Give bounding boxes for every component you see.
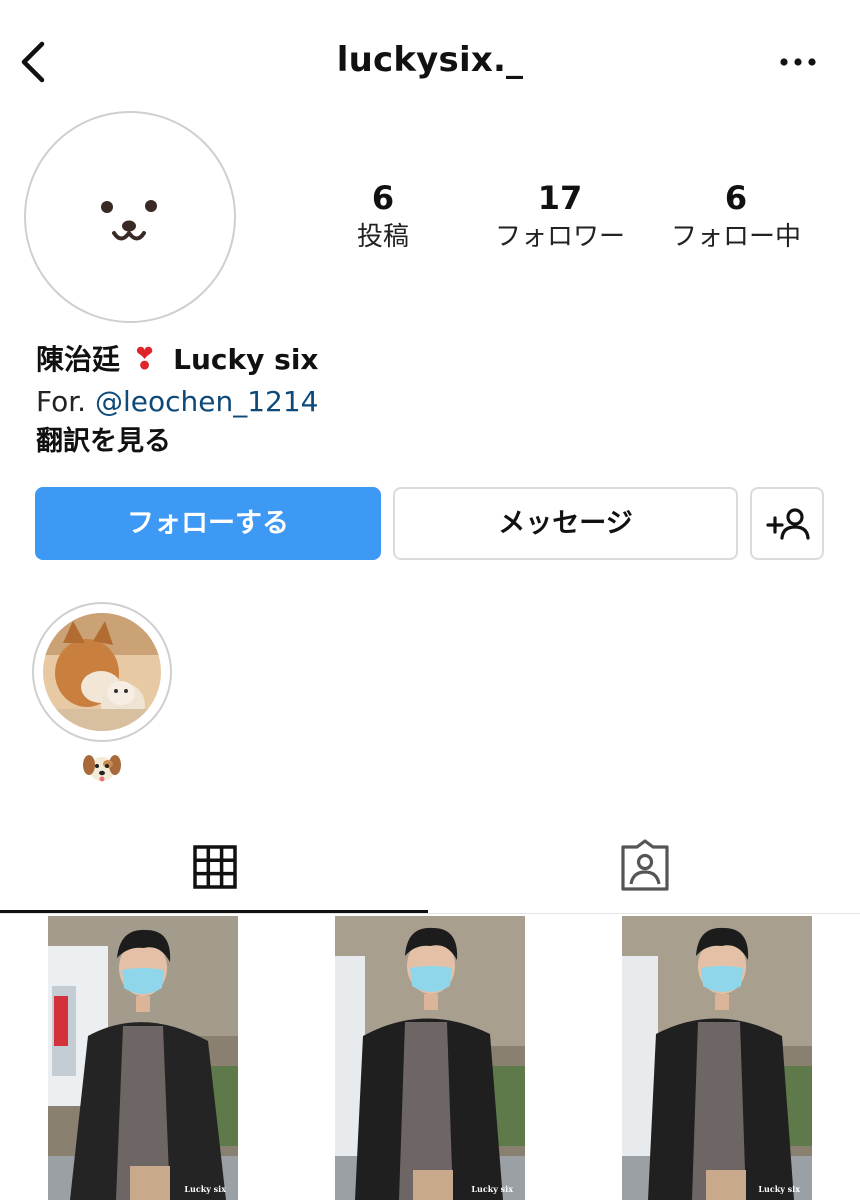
display-name-text: 陳治廷 — [36, 343, 121, 376]
bio-prefix: For. — [36, 385, 95, 418]
follow-button[interactable]: フォローする — [35, 487, 381, 560]
story-highlight[interactable] — [32, 602, 172, 742]
message-button[interactable]: メッセージ — [393, 487, 738, 560]
avatar[interactable] — [24, 111, 236, 323]
tab-posts-grid[interactable] — [0, 828, 430, 914]
divider — [0, 913, 860, 914]
tab-tagged[interactable] — [430, 828, 860, 914]
dog-face-avatar-icon — [101, 200, 157, 241]
post-watermark: Lucky six — [471, 1184, 513, 1194]
post-photo-image — [335, 916, 525, 1200]
name-suffix-text: Lucky six — [173, 343, 319, 376]
tagged-person-icon — [621, 839, 669, 891]
highlight-label — [82, 750, 122, 786]
post-watermark: Lucky six — [758, 1184, 800, 1194]
suggested-users-button[interactable] — [750, 487, 824, 560]
followers-label: フォロワー — [494, 222, 625, 252]
more-options-button[interactable] — [770, 50, 826, 74]
bio-mention-link[interactable]: @leochen_1214 — [95, 385, 319, 418]
post-watermark: Lucky six — [184, 1184, 226, 1194]
dog-face-emoji-icon — [83, 755, 121, 782]
following-count: 6 — [724, 179, 748, 217]
heart-icon: ❣ — [132, 342, 158, 377]
add-user-icon — [766, 508, 810, 540]
post-thumbnail[interactable]: Lucky six — [335, 916, 525, 1200]
posts-count: 6 — [371, 179, 395, 217]
more-horizontal-icon — [780, 58, 816, 66]
see-translation-link[interactable]: 翻訳を見る — [36, 422, 171, 462]
bio-text: For. @leochen_1214 — [36, 382, 319, 422]
followers-stat[interactable]: 17 フォロワー — [475, 178, 645, 256]
post-thumbnail[interactable]: Lucky six — [622, 916, 812, 1200]
dogs-photo-image — [43, 613, 161, 731]
following-label: フォロー中 — [670, 222, 801, 252]
post-thumbnail[interactable]: Lucky six — [48, 916, 238, 1200]
posts-label: 投稿 — [356, 222, 409, 252]
grid-icon — [193, 845, 237, 889]
highlight-cover-image — [43, 613, 161, 731]
post-photo-image — [48, 916, 238, 1200]
posts-stat[interactable]: 6 投稿 — [298, 178, 468, 256]
post-photo-image — [622, 916, 812, 1200]
profile-display-name: 陳治廷 ❣ Lucky six — [36, 340, 318, 380]
followers-count: 17 — [537, 179, 583, 217]
profile-username-title: luckysix._ — [336, 40, 524, 80]
following-stat[interactable]: 6 フォロー中 — [651, 178, 821, 256]
